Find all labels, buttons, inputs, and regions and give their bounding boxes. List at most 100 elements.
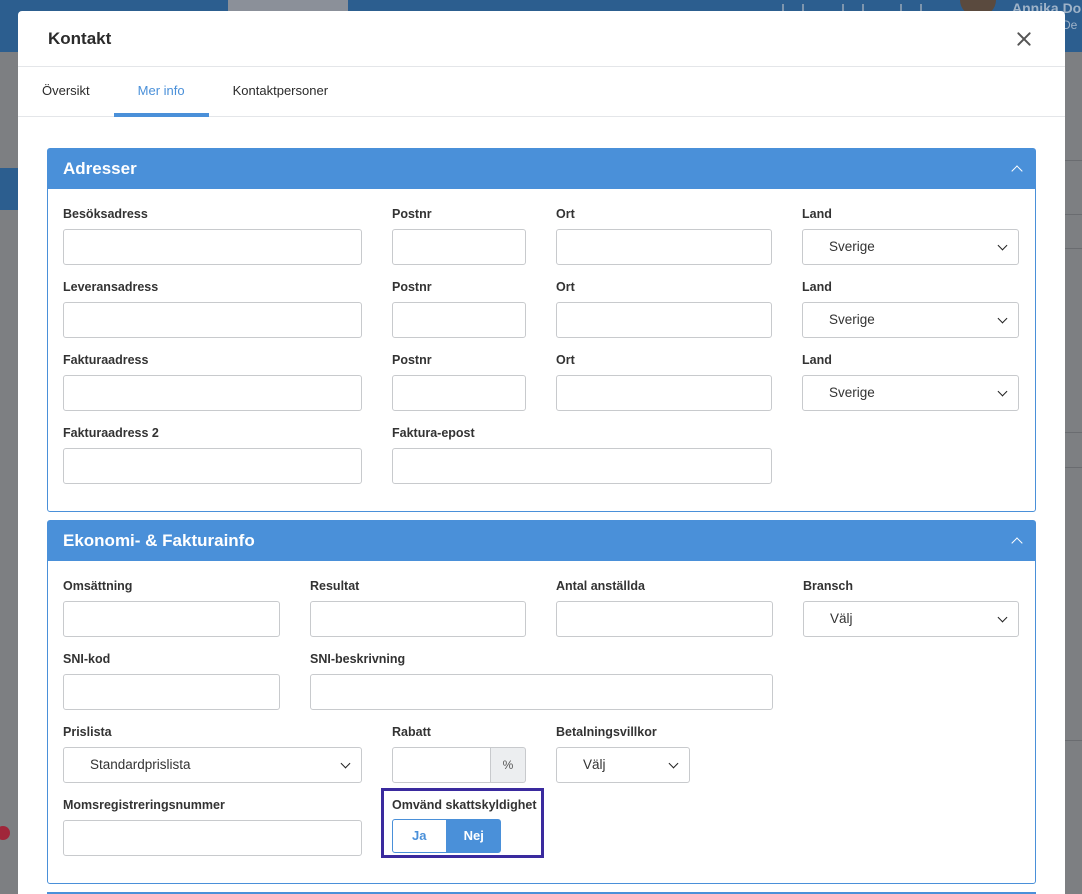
invoice-email-input[interactable] (392, 448, 772, 484)
discount-input-group: % (392, 747, 526, 783)
sni-code-input[interactable] (63, 674, 280, 710)
reverse-charge-label: Omvänd skattskyldighet (392, 798, 537, 812)
pricelist-select[interactable]: Standardprislista (63, 747, 362, 783)
collapse-chevron-up-icon[interactable] (1011, 165, 1023, 177)
discount-field: Rabatt % (392, 724, 526, 783)
background-divider (1065, 432, 1082, 433)
sni-description-field: SNI-beskrivning (310, 651, 773, 710)
tab-kontaktpersoner[interactable]: Kontaktpersoner (209, 67, 352, 116)
visit-ort-input[interactable] (556, 229, 772, 265)
visit-ort-label: Ort (556, 207, 575, 221)
discount-input[interactable] (392, 747, 491, 783)
background-divider (1065, 740, 1082, 741)
delivery-land-select[interactable]: Sverige (802, 302, 1019, 338)
delivery-postnr-input[interactable] (392, 302, 526, 338)
delivery-ort-field: Ort (556, 279, 772, 338)
tab-oversikt[interactable]: Översikt (18, 67, 114, 116)
invoice-postnr-label: Postnr (392, 353, 432, 367)
collapse-chevron-up-icon[interactable] (1011, 537, 1023, 549)
addresses-section-title: Adresser (63, 159, 137, 178)
reverse-charge-yes-button[interactable]: Ja (392, 819, 447, 853)
industry-select[interactable]: Välj (803, 601, 1019, 637)
delivery-ort-input[interactable] (556, 302, 772, 338)
addresses-section: Adresser Besöksadress Postnr Ort Land Sv… (47, 148, 1036, 512)
employees-label: Antal anställda (556, 579, 645, 593)
sni-code-field: SNI-kod (63, 651, 280, 710)
payment-terms-field: Betalningsvillkor Välj (556, 724, 690, 783)
result-input[interactable] (310, 601, 526, 637)
industry-value: Välj (830, 611, 853, 626)
reverse-charge-field: Omvänd skattskyldighet Ja Nej (392, 797, 542, 853)
invoice-address-input[interactable] (63, 375, 362, 411)
visit-address-label: Besöksadress (63, 207, 148, 221)
discount-label: Rabatt (392, 725, 431, 739)
chevron-down-icon (997, 386, 1008, 397)
economy-section-content: Omsättning Resultat Antal anställda Bran… (48, 561, 1035, 883)
invoice-address-2-label: Fakturaadress 2 (63, 426, 159, 440)
background-notification-badge (0, 826, 10, 840)
background-divider (1065, 160, 1082, 161)
economy-section-header[interactable]: Ekonomi- & Fakturainfo (48, 521, 1035, 561)
background-divider (1065, 214, 1082, 215)
payment-terms-value: Välj (583, 757, 606, 772)
tab-bar: Översikt Mer info Kontaktpersoner (18, 67, 1065, 117)
delivery-land-field: Land Sverige (802, 279, 1019, 338)
invoice-postnr-input[interactable] (392, 375, 526, 411)
invoice-land-field: Land Sverige (802, 352, 1019, 411)
employees-input[interactable] (556, 601, 773, 637)
invoice-ort-field: Ort (556, 352, 772, 411)
modal-body: Adresser Besöksadress Postnr Ort Land Sv… (18, 117, 1065, 894)
sni-description-label: SNI-beskrivning (310, 652, 406, 666)
vat-number-input[interactable] (63, 820, 362, 856)
invoice-ort-input[interactable] (556, 375, 772, 411)
visit-postnr-field: Postnr (392, 206, 526, 265)
pricelist-value: Standardprislista (90, 757, 191, 772)
visit-land-select[interactable]: Sverige (802, 229, 1019, 265)
delivery-ort-label: Ort (556, 280, 575, 294)
turnover-input[interactable] (63, 601, 280, 637)
pricelist-label: Prislista (63, 725, 112, 739)
vat-number-field: Momsregistreringsnummer (63, 797, 362, 856)
chevron-down-icon (997, 240, 1008, 251)
sni-code-label: SNI-kod (63, 652, 111, 666)
visit-ort-field: Ort (556, 206, 772, 265)
delivery-land-value: Sverige (829, 312, 875, 327)
addresses-section-header[interactable]: Adresser (48, 149, 1035, 189)
reverse-charge-toggle: Ja Nej (392, 819, 501, 853)
modal-header: Kontakt (18, 11, 1065, 67)
sni-description-input[interactable] (310, 674, 773, 710)
reverse-charge-no-button[interactable]: Nej (446, 819, 501, 853)
industry-label: Bransch (803, 579, 854, 593)
industry-field: Bransch Välj (803, 578, 1019, 637)
visit-land-field: Land Sverige (802, 206, 1019, 265)
payment-terms-label: Betalningsvillkor (556, 725, 657, 739)
result-field: Resultat (310, 578, 526, 637)
invoice-ort-label: Ort (556, 353, 575, 367)
tab-mer-info[interactable]: Mer info (113, 67, 209, 117)
percent-addon: % (491, 747, 526, 783)
close-icon[interactable] (1013, 28, 1035, 50)
modal-title: Kontakt (48, 28, 112, 48)
chevron-down-icon (997, 313, 1008, 324)
invoice-land-select[interactable]: Sverige (802, 375, 1019, 411)
economy-section-title: Ekonomi- & Fakturainfo (63, 531, 255, 550)
payment-terms-select[interactable]: Välj (556, 747, 690, 783)
delivery-address-input[interactable] (63, 302, 362, 338)
vat-number-label: Momsregistreringsnummer (63, 798, 225, 812)
delivery-postnr-label: Postnr (392, 280, 432, 294)
delivery-postnr-field: Postnr (392, 279, 526, 338)
invoice-email-field: Faktura-epost (392, 425, 772, 484)
visit-address-input[interactable] (63, 229, 362, 265)
economy-section: Ekonomi- & Fakturainfo Omsättning Result… (47, 520, 1036, 884)
invoice-postnr-field: Postnr (392, 352, 526, 411)
visit-postnr-input[interactable] (392, 229, 526, 265)
chevron-down-icon (997, 612, 1008, 623)
visit-address-field: Besöksadress (63, 206, 362, 265)
delivery-address-field: Leveransadress (63, 279, 362, 338)
turnover-label: Omsättning (63, 579, 133, 593)
contact-modal: Kontakt Översikt Mer info Kontaktpersone… (18, 11, 1065, 894)
invoice-address-2-input[interactable] (63, 448, 362, 484)
visit-land-value: Sverige (829, 239, 875, 254)
chevron-down-icon (340, 758, 351, 769)
background-left-nav (0, 168, 18, 210)
